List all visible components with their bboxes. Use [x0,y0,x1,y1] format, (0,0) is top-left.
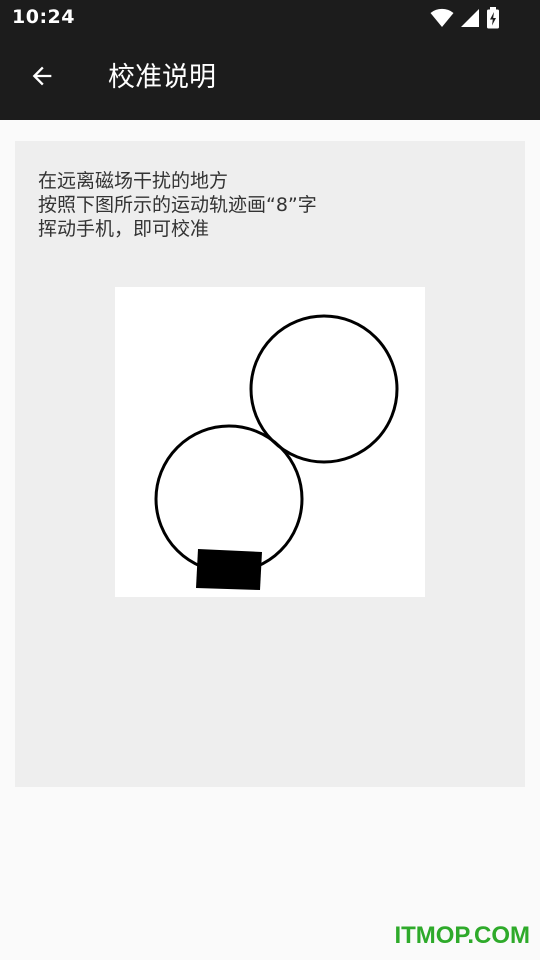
status-icons [430,7,500,29]
figure-eight-illustration [115,287,425,597]
watermark: ITMOP.COM [394,922,530,949]
battery-charging-icon [486,7,500,29]
instruction-card: 在远离磁场干扰的地方 按照下图所示的运动轨迹画“8”字 挥动手机，即可校准 [15,141,525,787]
instruction-line-1: 在远离磁场干扰的地方 [38,170,229,192]
lower-loop [154,424,304,574]
wifi-icon [430,8,454,28]
page-title: 校准说明 [108,62,216,93]
instruction-text: 在远离磁场干扰的地方 按照下图所示的运动轨迹画“8”字 挥动手机，即可校准 [38,169,317,241]
instruction-line-3: 挥动手机，即可校准 [38,218,210,240]
cell-signal-icon [460,8,480,28]
status-time: 10:24 [12,6,75,28]
app-bar: 校准说明 [0,36,540,120]
phone-icon [196,549,262,590]
arrow-left-icon [28,62,56,94]
back-button[interactable] [22,58,62,98]
instruction-line-2: 按照下图所示的运动轨迹画“8”字 [38,194,317,216]
status-bar: 10:24 [0,0,540,36]
